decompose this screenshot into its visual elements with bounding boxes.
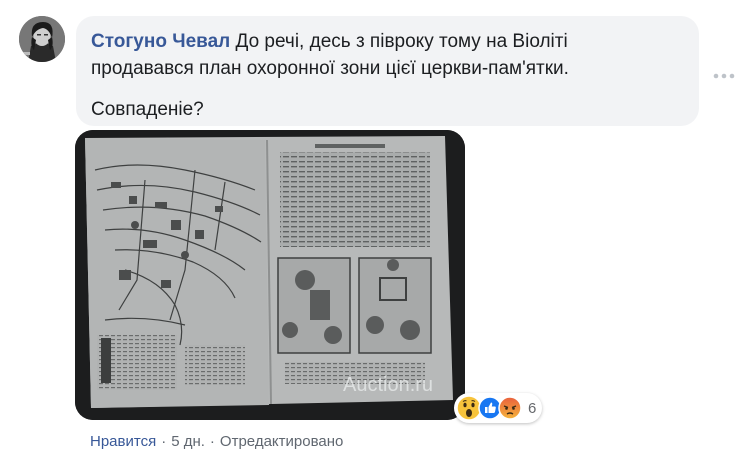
photo-map-image: Auction.ru <box>75 130 465 420</box>
comment: Стогуно Чевал До речі, десь з півроку то… <box>0 0 751 466</box>
avatar[interactable] <box>19 16 65 62</box>
photo-watermark: Auction.ru <box>343 374 433 396</box>
comment-timestamp[interactable]: 5 дн. <box>171 433 205 450</box>
comment-text: Стогуно Чевал До речі, десь з півроку то… <box>91 28 685 82</box>
avatar-image <box>19 16 65 62</box>
comment-bubble: Стогуно Чевал До речі, десь з півроку то… <box>76 16 699 126</box>
comment-text-paragraph-2: Совпаденіе? <box>91 99 204 120</box>
more-horizontal-icon <box>713 73 735 79</box>
comment-text-line1: До речі, десь з півроку тому на Віоліті <box>235 31 568 52</box>
comment-actions: Нравится · 5 дн. · Отредактировано <box>90 432 343 452</box>
attached-photo[interactable]: Auction.ru <box>75 130 465 420</box>
separator: · <box>161 433 167 450</box>
edited-label[interactable]: Отредактировано <box>220 433 343 450</box>
more-options-button[interactable] <box>711 68 737 79</box>
reactions-summary[interactable]: 6 <box>454 393 543 423</box>
angry-emoji-icon <box>498 396 522 420</box>
like-link[interactable]: Нравится <box>90 433 156 450</box>
comment-text-line2: продавався план охоронної зони цієї церк… <box>91 58 569 79</box>
separator: · <box>209 433 215 450</box>
reactions-count: 6 <box>528 399 537 417</box>
comment-author-link[interactable]: Стогуно Чевал <box>91 31 230 52</box>
